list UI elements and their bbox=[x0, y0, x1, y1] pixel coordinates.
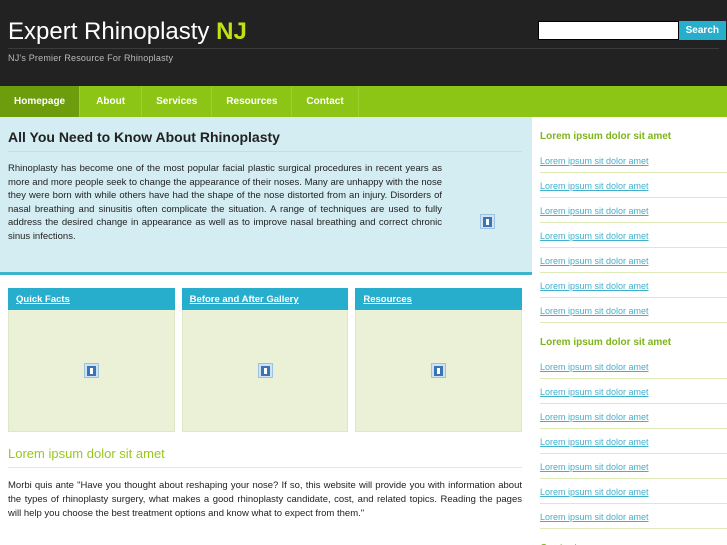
main-column: All You Need to Know About Rhinoplasty R… bbox=[0, 117, 532, 521]
sidebar-link[interactable]: Lorem ipsum sit dolor amet bbox=[540, 231, 649, 241]
list-item[interactable]: Lorem ipsum sit dolor amet bbox=[540, 404, 727, 429]
feature-boxes: Quick Facts Before and After Gallery Res… bbox=[0, 275, 532, 432]
widget-title: Lorem ipsum dolor sit amet bbox=[540, 131, 672, 142]
nav-item-label: Homepage bbox=[14, 96, 66, 107]
box-body bbox=[181, 310, 349, 432]
box-header: Resources bbox=[355, 288, 523, 310]
nav-item-resources[interactable]: Resources bbox=[212, 86, 293, 117]
sidebar-link[interactable]: Lorem ipsum sit dolor amet bbox=[540, 487, 649, 497]
widget-title: Lorem ipsum dolor sit amet bbox=[540, 337, 672, 348]
search-form[interactable]: Search bbox=[537, 21, 726, 40]
main-navigation: Homepage About Services Resources Contac… bbox=[0, 86, 727, 117]
box-resources: Resources bbox=[355, 288, 523, 432]
sidebar-link[interactable]: Lorem ipsum sit dolor amet bbox=[540, 512, 649, 522]
bottom-heading: Lorem ipsum dolor sit amet bbox=[8, 446, 522, 468]
sidebar-link[interactable]: Lorem ipsum sit dolor amet bbox=[540, 362, 649, 372]
site-title: Expert Rhinoplasty NJ bbox=[8, 18, 247, 46]
box-before-after-gallery: Before and After Gallery bbox=[181, 288, 349, 432]
sidebar: Lorem ipsum dolor sit amet Lorem ipsum s… bbox=[532, 117, 727, 545]
nav-item-homepage[interactable]: Homepage bbox=[0, 86, 81, 117]
sidebar-link[interactable]: Lorem ipsum sit dolor amet bbox=[540, 306, 649, 316]
list-item[interactable]: Lorem ipsum sit dolor amet bbox=[540, 173, 727, 198]
list-item[interactable]: Lorem ipsum sit dolor amet bbox=[540, 504, 727, 529]
list-item[interactable]: Lorem ipsum sit dolor amet bbox=[540, 223, 727, 248]
nav-item-label: Services bbox=[156, 96, 198, 107]
feature-panel: All You Need to Know About Rhinoplasty R… bbox=[0, 117, 532, 275]
sidebar-link[interactable]: Lorem ipsum sit dolor amet bbox=[540, 437, 649, 447]
list-item[interactable]: Lorem ipsum sit dolor amet bbox=[540, 148, 727, 173]
box-title-link[interactable]: Resources bbox=[363, 294, 412, 305]
sidebar-widget-1: Lorem ipsum dolor sit amet Lorem ipsum s… bbox=[540, 131, 727, 323]
widget-link-list: Lorem ipsum sit dolor amet Lorem ipsum s… bbox=[540, 148, 727, 323]
list-item[interactable]: Lorem ipsum sit dolor amet bbox=[540, 479, 727, 504]
site-title-main: Expert Rhinoplasty bbox=[8, 18, 210, 45]
page-layout: All You Need to Know About Rhinoplasty R… bbox=[0, 117, 727, 545]
bottom-paragraph: Morbi quis ante "Have you thought about … bbox=[8, 480, 522, 519]
nav-item-label: Resources bbox=[226, 96, 278, 107]
list-item[interactable]: Lorem ipsum sit dolor amet bbox=[540, 198, 727, 223]
site-header: Expert Rhinoplasty NJ NJ's Premier Resou… bbox=[0, 0, 727, 86]
widget-link-list: Lorem ipsum sit dolor amet Lorem ipsum s… bbox=[540, 354, 727, 529]
feature-image-slot bbox=[452, 162, 522, 243]
list-item[interactable]: Lorem ipsum sit dolor amet bbox=[540, 298, 727, 323]
search-input[interactable] bbox=[537, 21, 679, 40]
sidebar-link[interactable]: Lorem ipsum sit dolor amet bbox=[540, 281, 649, 291]
box-header: Before and After Gallery bbox=[181, 288, 349, 310]
box-header: Quick Facts bbox=[8, 288, 175, 310]
sidebar-link[interactable]: Lorem ipsum sit dolor amet bbox=[540, 206, 649, 216]
sidebar-widget-2: Lorem ipsum dolor sit amet Lorem ipsum s… bbox=[540, 337, 727, 529]
feature-paragraph: Rhinoplasty has become one of the most p… bbox=[8, 163, 442, 242]
sidebar-link[interactable]: Lorem ipsum sit dolor amet bbox=[540, 462, 649, 472]
header-divider bbox=[8, 48, 719, 49]
nav-filler bbox=[359, 86, 727, 117]
broken-image-icon bbox=[431, 363, 447, 378]
nav-item-services[interactable]: Services bbox=[142, 86, 213, 117]
box-title-link[interactable]: Quick Facts bbox=[16, 294, 70, 305]
list-item[interactable]: Lorem ipsum sit dolor amet bbox=[540, 354, 727, 379]
nav-item-about[interactable]: About bbox=[80, 86, 143, 117]
sidebar-link[interactable]: Lorem ipsum sit dolor amet bbox=[540, 181, 649, 191]
broken-image-icon bbox=[257, 363, 273, 378]
sidebar-link[interactable]: Lorem ipsum sit dolor amet bbox=[540, 156, 649, 166]
box-title-link[interactable]: Before and After Gallery bbox=[190, 294, 299, 305]
sidebar-link[interactable]: Lorem ipsum sit dolor amet bbox=[540, 412, 649, 422]
list-item[interactable]: Lorem ipsum sit dolor amet bbox=[540, 429, 727, 454]
nav-item-label: About bbox=[96, 96, 126, 107]
broken-image-icon bbox=[83, 363, 99, 378]
list-item[interactable]: Lorem ipsum sit dolor amet bbox=[540, 273, 727, 298]
sidebar-link[interactable]: Lorem ipsum sit dolor amet bbox=[540, 387, 649, 397]
list-item[interactable]: Lorem ipsum sit dolor amet bbox=[540, 379, 727, 404]
site-title-accent: NJ bbox=[216, 18, 247, 45]
box-quick-facts: Quick Facts bbox=[8, 288, 175, 432]
nav-item-label: Contact bbox=[306, 96, 344, 107]
bottom-section: Lorem ipsum dolor sit amet Morbi quis an… bbox=[0, 432, 532, 521]
box-body bbox=[355, 310, 523, 432]
site-tagline: NJ's Premier Resource For Rhinoplasty bbox=[8, 53, 174, 63]
sidebar-link[interactable]: Lorem ipsum sit dolor amet bbox=[540, 256, 649, 266]
page-title: All You Need to Know About Rhinoplasty bbox=[8, 129, 522, 152]
search-button[interactable]: Search bbox=[678, 21, 726, 40]
box-body bbox=[8, 310, 175, 432]
broken-image-icon bbox=[479, 214, 495, 229]
feature-body: Rhinoplasty has become one of the most p… bbox=[8, 162, 522, 243]
list-item[interactable]: Lorem ipsum sit dolor amet bbox=[540, 454, 727, 479]
list-item[interactable]: Lorem ipsum sit dolor amet bbox=[540, 248, 727, 273]
nav-item-contact[interactable]: Contact bbox=[292, 86, 359, 117]
